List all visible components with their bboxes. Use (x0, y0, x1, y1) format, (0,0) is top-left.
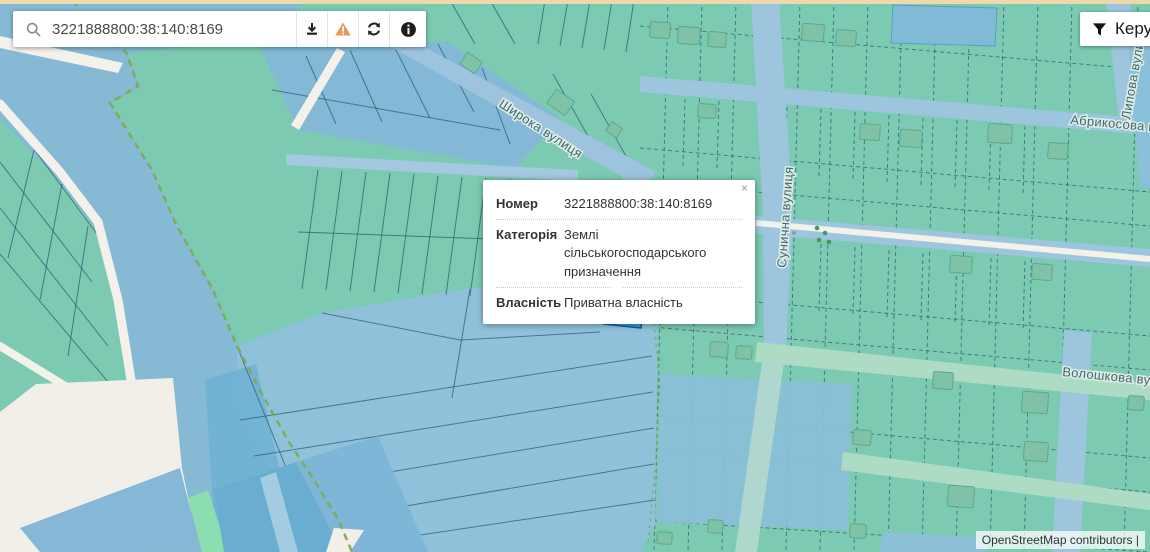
warning-icon (334, 21, 352, 37)
map-attribution: OpenStreetMap contributors | (976, 531, 1145, 549)
popup-row-number: Номер 3221888800:38:140:8169 (496, 189, 742, 220)
popup-label-number: Номер (496, 195, 564, 213)
warning-button[interactable] (327, 11, 358, 47)
parcel-info-popup: × Номер 3221888800:38:140:8169 Категорія… (483, 180, 755, 324)
popup-callout-arrow (601, 277, 633, 292)
map-top-edge-strip (0, 0, 1150, 4)
layers-control-button[interactable]: Керування (1080, 12, 1150, 46)
search-bar (13, 11, 426, 47)
refresh-icon (366, 21, 382, 37)
popup-value-category: Землі сільськогосподарського призначення (564, 226, 742, 281)
info-icon (400, 21, 417, 38)
popup-value-number: 3221888800:38:140:8169 (564, 195, 742, 213)
info-button[interactable] (389, 11, 426, 47)
refresh-button[interactable] (358, 11, 389, 47)
popup-row-ownership: Власність Приватна власність (496, 288, 742, 318)
layers-control-label: Керування (1115, 19, 1150, 39)
download-icon (304, 21, 320, 37)
popup-close-button[interactable]: × (741, 182, 748, 194)
popup-label-category: Категорія (496, 226, 564, 281)
search-icon (13, 22, 50, 37)
cadastral-map-app: Широка вулиця Сунична вулиця Абрикосова … (0, 0, 1150, 552)
popup-label-ownership: Власність (496, 294, 564, 312)
popup-value-ownership: Приватна власність (564, 294, 742, 312)
search-input[interactable] (50, 20, 296, 39)
download-button[interactable] (296, 11, 327, 47)
filter-icon (1092, 22, 1107, 37)
